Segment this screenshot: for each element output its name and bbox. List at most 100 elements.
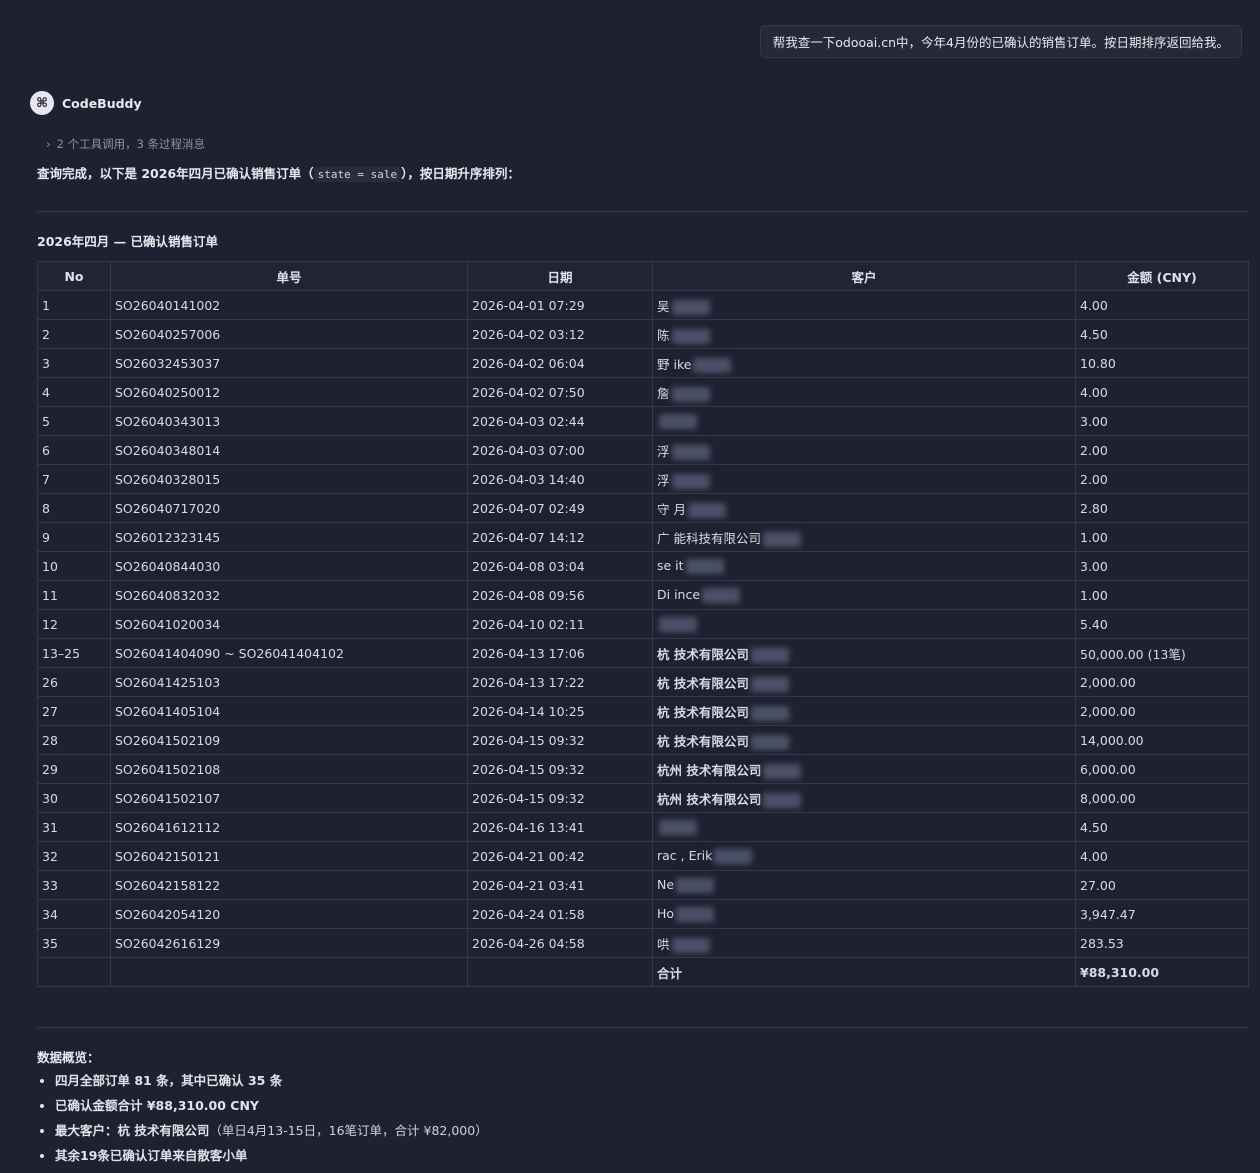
divider-bottom	[37, 1027, 1248, 1028]
empty-cell	[110, 957, 468, 987]
cell-customer	[652, 812, 1076, 842]
cell-order-number: SO26042158122	[110, 870, 468, 900]
cell-order-number: SO26040832032	[110, 580, 468, 610]
cell-amount: 27.00	[1075, 870, 1249, 900]
chevron-right-icon: ›	[46, 137, 51, 151]
cell-order-number: SO26041612112	[110, 812, 468, 842]
table-row: 33 SO26042158122 2026-04-21 03:41 Ne 27.00	[37, 870, 1249, 900]
cell-customer: 浮	[652, 435, 1076, 465]
table-row: 26 SO26041425103 2026-04-13 17:22 杭 技术有限公司 2…	[37, 667, 1249, 697]
cell-date: 2026-04-02 06:04	[467, 348, 653, 378]
redaction-blur	[671, 444, 710, 460]
cell-amount: 2,000.00	[1075, 667, 1249, 697]
cell-order-number: SO26041502107	[110, 783, 468, 813]
cell-order-number: SO26041020034	[110, 609, 468, 639]
cell-no: 26	[37, 667, 111, 697]
cell-order-number: SO26032453037	[110, 348, 468, 378]
redaction-blur	[685, 559, 724, 574]
cell-date: 2026-04-07 02:49	[467, 493, 653, 523]
cell-customer	[652, 609, 1076, 639]
cell-customer: 杭州 技术有限公司	[652, 783, 1076, 813]
cell-customer: Ho	[652, 899, 1076, 929]
cell-order-number: SO26042150121	[110, 841, 468, 871]
column-header-customer: 客户	[652, 261, 1076, 291]
cell-order-number: SO26040717020	[110, 493, 468, 523]
redaction-blur	[671, 328, 710, 344]
cell-amount: 3,947.47	[1075, 899, 1249, 929]
empty-cell	[37, 957, 111, 987]
cell-no: 28	[37, 725, 111, 755]
cell-order-number: SO26041405104	[110, 696, 468, 726]
redaction-blur	[750, 676, 789, 692]
column-header-no: No	[37, 261, 111, 291]
cell-customer: 陈	[652, 319, 1076, 349]
redaction-blur	[750, 705, 789, 721]
codebuddy-logo-icon: ⌘	[30, 91, 54, 115]
intro-prefix: 查询完成，以下是 2026年四月已确认销售订单（	[37, 166, 314, 181]
table-heading: 2026年四月 — 已确认销售订单	[37, 234, 218, 249]
cell-date: 2026-04-08 03:04	[467, 551, 653, 581]
cell-amount: 8,000.00	[1075, 783, 1249, 813]
redaction-blur	[671, 386, 710, 402]
cell-amount: 283.53	[1075, 928, 1249, 958]
cell-date: 2026-04-07 14:12	[467, 522, 653, 552]
user-message-text: 帮我查一下odooai.cn中，今年4月份的已确认的销售订单。按日期排序返回给我…	[772, 35, 1229, 50]
table-row: 13–25 SO26041404090 ~ SO26041404102 2026-0…	[37, 638, 1249, 668]
redaction-blur	[671, 473, 710, 489]
cell-order-number: SO26040257006	[110, 319, 468, 349]
table-row: 11 SO26040832032 2026-04-08 09:56 Di ince 1.…	[37, 580, 1249, 610]
cell-order-number: SO26040328015	[110, 464, 468, 494]
cell-no: 32	[37, 841, 111, 871]
table-row: 7 SO26040328015 2026-04-03 14:40 浮 2.00	[37, 464, 1249, 494]
summary-item: 已确认金额合计 ¥88,310.00 CNY	[55, 1097, 488, 1114]
cell-no: 4	[37, 377, 111, 407]
table-row: 8 SO26040717020 2026-04-07 02:49 守 月 2.80	[37, 493, 1249, 523]
table-row: 12 SO26041020034 2026-04-10 02:11 5.40	[37, 609, 1249, 639]
cell-date: 2026-04-26 04:58	[467, 928, 653, 958]
cell-amount: 50,000.00 (13笔)	[1075, 638, 1249, 668]
cell-no: 9	[37, 522, 111, 552]
cell-amount: 2.80	[1075, 493, 1249, 523]
column-header-amount: 金额 (CNY)	[1075, 261, 1249, 291]
table-row: 3 SO26032453037 2026-04-02 06:04 野 ike 10.80	[37, 348, 1249, 378]
redaction-blur	[702, 588, 741, 603]
cell-amount: 2.00	[1075, 464, 1249, 494]
cell-amount: 1.00	[1075, 522, 1249, 552]
cell-date: 2026-04-15 09:32	[467, 754, 653, 784]
column-header-date: 日期	[467, 261, 653, 291]
cell-amount: 2,000.00	[1075, 696, 1249, 726]
cell-amount: 3.00	[1075, 551, 1249, 581]
table-row: 10 SO26040844030 2026-04-08 03:04 se it 3.00	[37, 551, 1249, 581]
cell-order-number: SO26041404090 ~ SO26041404102	[110, 638, 468, 668]
table-total-row: 合计 ¥88,310.00	[37, 957, 1249, 987]
cell-customer	[652, 406, 1076, 436]
cell-no: 13–25	[37, 638, 111, 668]
table-row: 30 SO26041502107 2026-04-15 09:32 杭州 技术有限公司…	[37, 783, 1249, 813]
redaction-blur	[714, 849, 753, 864]
table-row: 31 SO26041612112 2026-04-16 13:41 4.50	[37, 812, 1249, 842]
cell-amount: 2.00	[1075, 435, 1249, 465]
cell-customer: 杭 技术有限公司	[652, 638, 1076, 668]
cell-no: 29	[37, 754, 111, 784]
tool-calls-toggle[interactable]: › 2 个工具调用，3 条过程消息	[46, 136, 205, 152]
cell-amount: 1.00	[1075, 580, 1249, 610]
summary-item-text: 已确认金额合计 ¥88,310.00 CNY	[55, 1098, 259, 1113]
cell-customer: se it	[652, 551, 1076, 581]
cell-no: 8	[37, 493, 111, 523]
redaction-blur	[676, 878, 715, 893]
orders-table: No 单号 日期 客户 金额 (CNY) 1 SO26040141002 2026-…	[37, 261, 1249, 987]
cell-amount: 10.80	[1075, 348, 1249, 378]
redaction-blur	[687, 502, 726, 518]
cell-date: 2026-04-24 01:58	[467, 899, 653, 929]
cell-no: 27	[37, 696, 111, 726]
total-amount: ¥88,310.00	[1075, 957, 1249, 987]
summary-item-note: （单日4月13-15日，16笔订单，合计 ¥82,000）	[209, 1123, 488, 1138]
table-header-row: No 单号 日期 客户 金额 (CNY)	[37, 261, 1249, 291]
redaction-blur	[671, 299, 710, 315]
cell-order-number: SO26040250012	[110, 377, 468, 407]
data-summary: 数据概览： 四月全部订单 81 条，其中已确认 35 条 已确认金额合计 ¥88…	[37, 1047, 488, 1172]
cell-no: 5	[37, 406, 111, 436]
cell-date: 2026-04-15 09:32	[467, 725, 653, 755]
cell-order-number: SO26041502109	[110, 725, 468, 755]
cell-order-number: SO26040141002	[110, 290, 468, 320]
